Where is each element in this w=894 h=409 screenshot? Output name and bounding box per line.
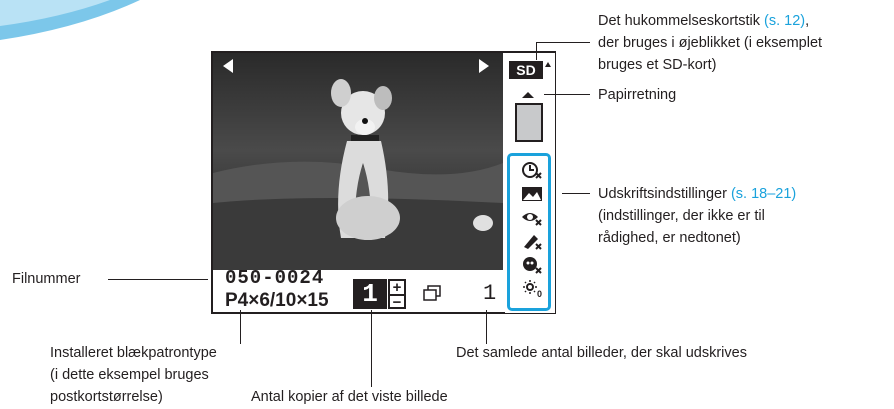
lcd-screen: SD 0 050-0024 P4×6/10×15 1 + − 1 [211,51,556,314]
copies-count: 1 [353,279,387,309]
label-total-images: Det samlede antal billeder, der skal uds… [456,345,747,361]
image-optimize-icon [520,231,544,251]
date-print-icon [520,160,544,180]
paper-direction-arrow-icon [522,92,534,98]
label-file-number: Filnummer [12,271,81,287]
leader-line-ink [240,310,241,344]
ink-cassette-type: P4×6/10×15 [225,290,329,311]
total-prints-count: 1 [483,281,497,306]
leader-line-paper [544,94,590,95]
label-paper-orientation: Papirretning [598,87,677,103]
red-eye-icon [520,207,544,227]
memory-card-badge: SD [509,61,543,79]
leader-line-total [486,310,487,344]
label-print-settings: Udskriftsindstillinger (s. 18–21) (indst… [598,186,797,246]
prev-image-arrow-icon[interactable] [223,59,233,73]
status-column: SD 0 [505,53,555,313]
leader-line-card-h [536,42,590,43]
paper-orientation-icon [515,103,543,142]
copies-stepper[interactable]: + − [388,279,406,310]
label-copies: Antal kopier af det viste billede [251,389,448,405]
brightness-icon: 0 [520,278,544,298]
leader-line-card [536,42,537,60]
face-brightener-icon [520,255,544,275]
leader-line-copies [371,310,372,387]
next-image-arrow-icon[interactable] [479,59,489,73]
svg-text:0: 0 [537,289,542,298]
total-prints-icon [423,285,441,301]
copies-minus-icon[interactable]: − [390,294,404,310]
copies-plus-icon[interactable]: + [390,280,404,295]
file-number: 050-0024 [225,267,325,289]
decorative-swoosh [0,0,140,40]
print-settings-icons: 0 [507,153,551,311]
label-memory-card: Det hukommelseskortstik (s. 12), der bru… [598,13,823,73]
leader-line-settings [562,193,590,194]
photo-preview [213,53,503,270]
leader-line-fileno [108,279,208,280]
card-slot-indicator-icon [545,62,551,67]
borders-icon [520,184,544,204]
